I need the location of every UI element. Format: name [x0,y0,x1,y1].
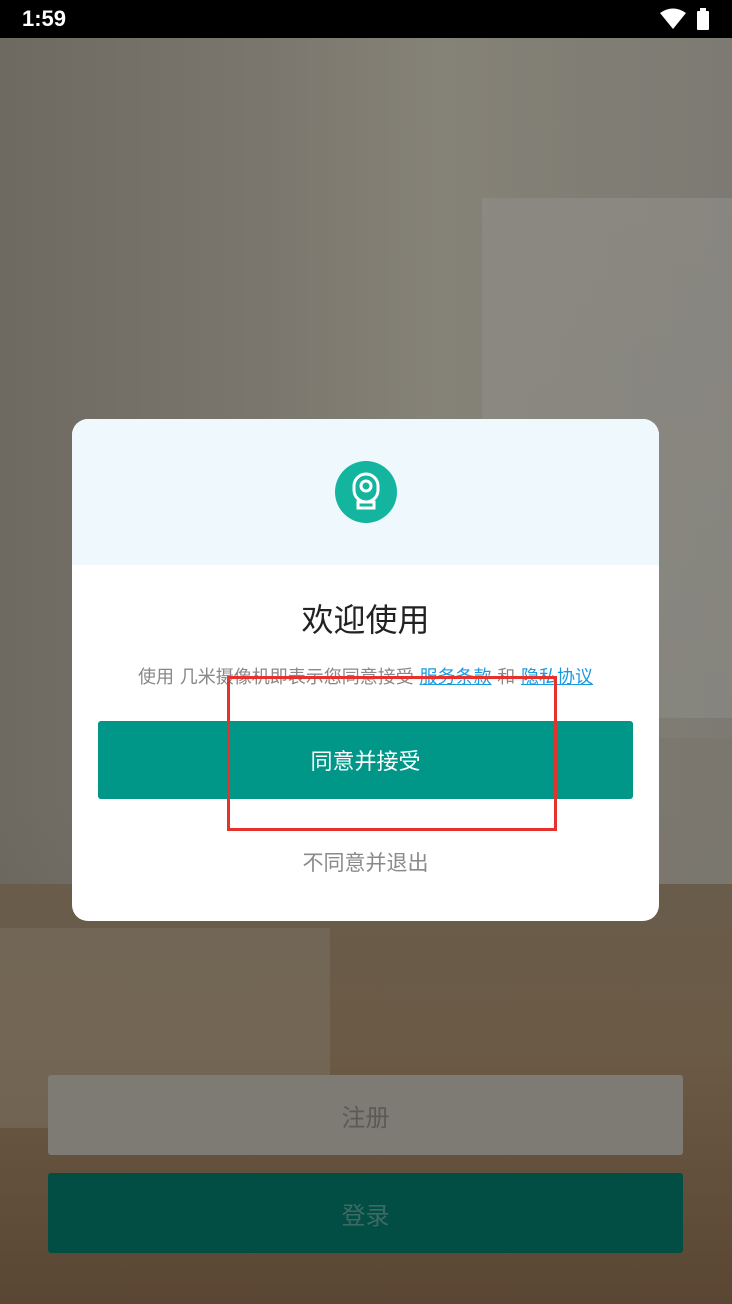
login-button-label: 登录 [341,1201,390,1230]
login-button[interactable]: 登录 [48,1173,683,1253]
highlight-box [227,676,557,831]
disagree-button-label: 不同意并退出 [302,851,429,875]
register-button-label: 注册 [341,1103,390,1132]
battery-icon [697,8,709,30]
dialog-title: 欢迎使用 [301,601,430,639]
dialog-header [72,419,659,565]
status-time: 1:59 [22,6,67,31]
camera-logo-icon [334,461,397,523]
wifi-icon [660,8,686,29]
status-icons [660,8,710,30]
register-button[interactable]: 注册 [48,1075,683,1155]
status-bar: 1:59 [0,0,732,38]
welcome-dialog: 欢迎使用 使用 几米摄像机即表示您同意接受 服务条款 和 隐私协议 同意并接受 … [72,419,659,921]
disagree-button[interactable]: 不同意并退出 [72,845,659,879]
